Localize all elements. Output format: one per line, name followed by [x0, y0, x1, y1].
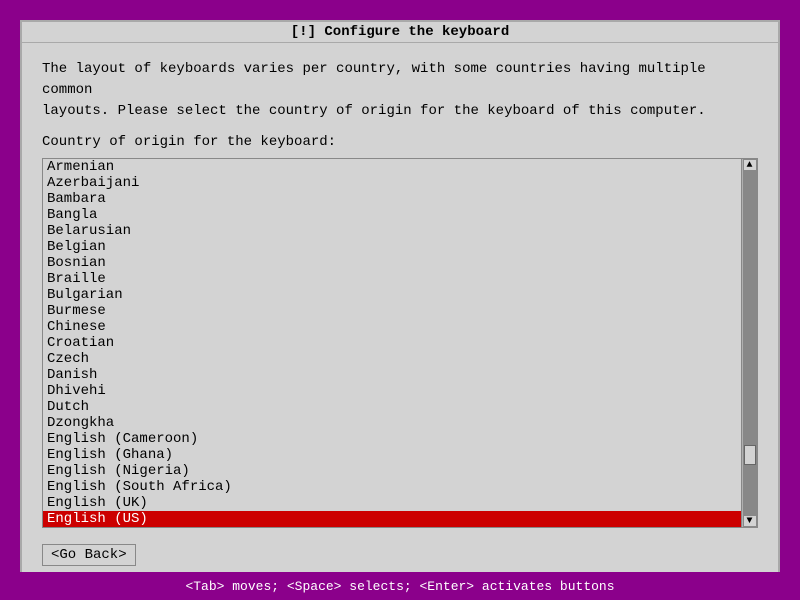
country-list[interactable]: ArmenianAzerbaijaniBambaraBanglaBelarusi…: [43, 159, 741, 527]
list-container: ArmenianAzerbaijaniBambaraBanglaBelarusi…: [42, 158, 758, 528]
list-item[interactable]: Bulgarian: [43, 287, 741, 303]
title-bar: [!] Configure the keyboard: [22, 22, 778, 43]
scrollbar-down-button[interactable]: ▼: [743, 515, 757, 527]
status-bar: <Tab> moves; <Space> selects; <Enter> ac…: [0, 572, 800, 600]
list-item[interactable]: Dhivehi: [43, 383, 741, 399]
list-item[interactable]: Azerbaijani: [43, 175, 741, 191]
list-item[interactable]: Belgian: [43, 239, 741, 255]
list-item[interactable]: Burmese: [43, 303, 741, 319]
list-item[interactable]: English (Nigeria): [43, 463, 741, 479]
description-line1: The layout of keyboards varies per count…: [42, 59, 758, 101]
list-item[interactable]: Bambara: [43, 191, 741, 207]
window-title: [!] Configure the keyboard: [291, 24, 509, 40]
list-item[interactable]: English (US): [43, 511, 741, 527]
country-label: Country of origin for the keyboard:: [42, 134, 758, 150]
list-item[interactable]: Belarusian: [43, 223, 741, 239]
list-item[interactable]: Dutch: [43, 399, 741, 415]
scrollbar-track: [743, 171, 757, 515]
list-item[interactable]: English (Ghana): [43, 447, 741, 463]
go-back-button[interactable]: <Go Back>: [42, 544, 136, 566]
scrollbar-up-button[interactable]: ▲: [743, 159, 757, 171]
main-window: [!] Configure the keyboard The layout of…: [20, 20, 780, 580]
list-item[interactable]: English (South Africa): [43, 479, 741, 495]
list-item[interactable]: Armenian: [43, 159, 741, 175]
list-item[interactable]: English (Cameroon): [43, 431, 741, 447]
list-item[interactable]: Dzongkha: [43, 415, 741, 431]
list-item[interactable]: Braille: [43, 271, 741, 287]
button-area: <Go Back>: [42, 540, 758, 570]
list-item[interactable]: Croatian: [43, 335, 741, 351]
list-item[interactable]: English (UK): [43, 495, 741, 511]
scrollbar-thumb[interactable]: [744, 445, 756, 465]
list-item[interactable]: Bosnian: [43, 255, 741, 271]
list-item[interactable]: Danish: [43, 367, 741, 383]
list-item[interactable]: Chinese: [43, 319, 741, 335]
description: The layout of keyboards varies per count…: [42, 59, 758, 122]
content-area: The layout of keyboards varies per count…: [22, 43, 778, 586]
list-item[interactable]: Bangla: [43, 207, 741, 223]
status-text: <Tab> moves; <Space> selects; <Enter> ac…: [185, 579, 614, 594]
list-item[interactable]: Czech: [43, 351, 741, 367]
scrollbar[interactable]: ▲ ▼: [741, 159, 757, 527]
description-line2: layouts. Please select the country of or…: [42, 101, 758, 122]
